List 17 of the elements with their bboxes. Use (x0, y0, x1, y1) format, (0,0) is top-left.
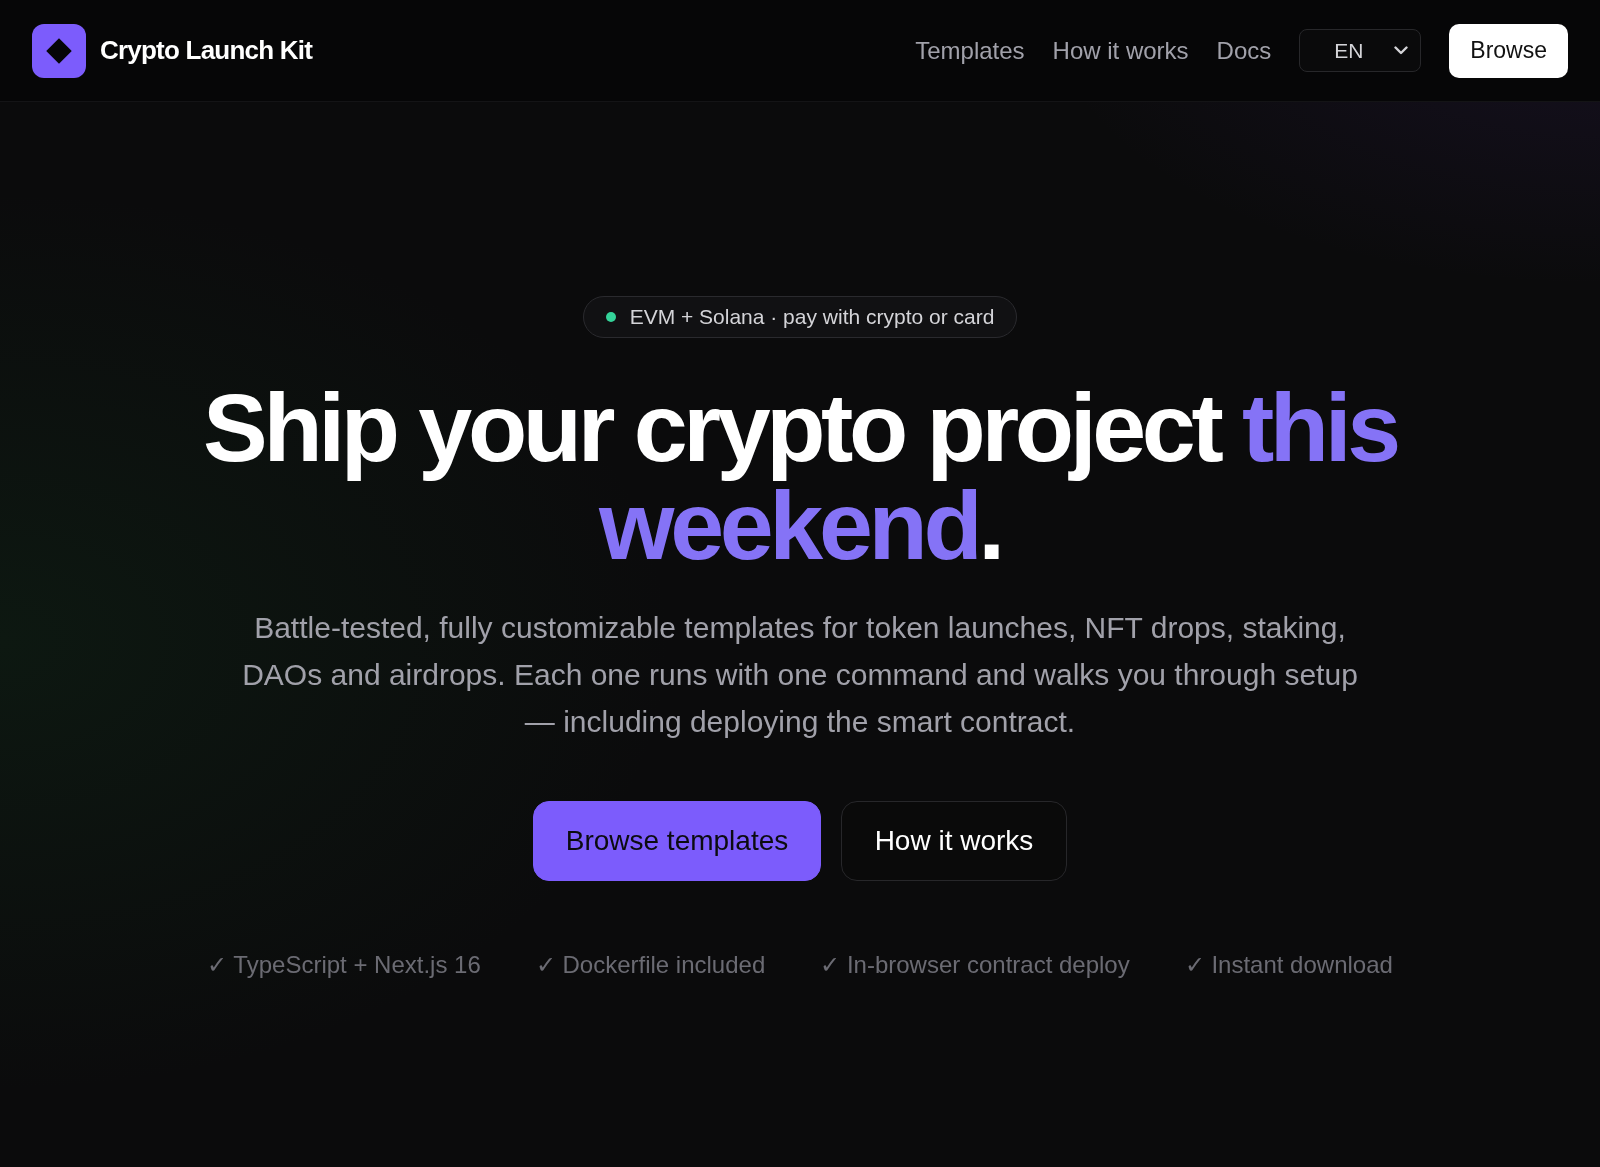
language-select[interactable]: EN (1299, 29, 1422, 72)
feature-item: ✓ TypeScript + Next.js 16 (207, 949, 481, 980)
hero-heading: Ship your crypto project this weekend. (202, 379, 1399, 575)
feature-item: ✓ In-browser contract deploy (820, 949, 1130, 980)
browse-button[interactable]: Browse (1449, 23, 1568, 78)
feature-item: ✓ Dockerfile included (535, 949, 766, 980)
feature-item: ✓ Instant download (1184, 949, 1393, 980)
browse-templates-button[interactable]: Browse templates (533, 800, 821, 881)
logo-icon (32, 23, 86, 78)
nav-link[interactable]: How it works (1052, 32, 1189, 69)
chevron-down-icon (1394, 46, 1409, 55)
brand-name: Crypto Launch Kit (100, 34, 313, 67)
hero-description: Battle-tested, fully customizable templates for token launches, NFT drops, staking, DAOs and airdrops. Each one runs with one command and walks you through setup — including deploying the smart contract. (241, 609, 1359, 740)
nav-link[interactable]: Docs (1216, 32, 1272, 69)
badge-text: EVM + Solana · pay with crypto or card (629, 304, 995, 331)
how-it-works-button[interactable]: How it works (841, 800, 1067, 881)
nav-link[interactable]: Templates (915, 32, 1025, 69)
